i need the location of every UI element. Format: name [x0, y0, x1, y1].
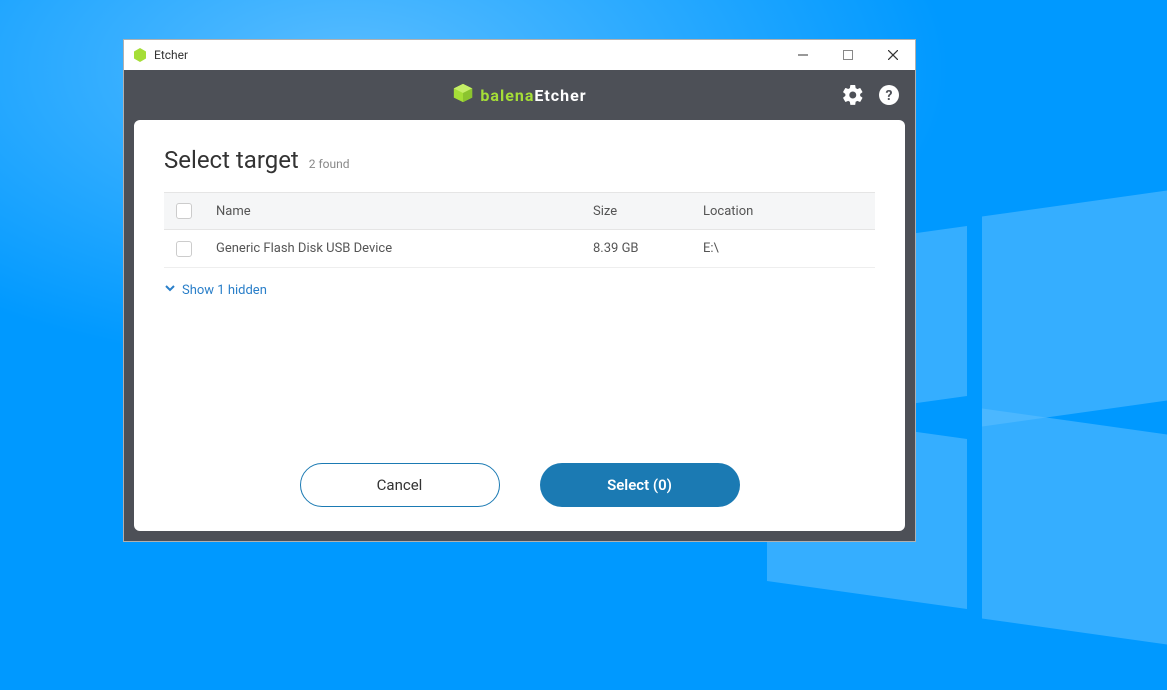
target-panel: Select target 2 found Name Size Location: [134, 120, 905, 531]
brand-name-2: Etcher: [534, 86, 586, 105]
window-controls: [780, 40, 915, 70]
svg-text:?: ?: [886, 88, 893, 104]
close-button[interactable]: [870, 40, 915, 70]
col-header-size: Size: [593, 204, 703, 219]
footer-buttons: Cancel Select (0): [164, 463, 875, 513]
app-window: Etcher balenaEtcher: [123, 39, 916, 542]
help-icon[interactable]: ?: [877, 83, 901, 107]
titlebar[interactable]: Etcher: [124, 40, 915, 70]
brand-text: balenaEtcher: [480, 86, 586, 105]
table-header: Name Size Location: [164, 192, 875, 230]
row-name: Generic Flash Disk USB Device: [216, 241, 593, 256]
app-header: balenaEtcher ?: [124, 70, 915, 120]
row-checkbox[interactable]: [176, 241, 192, 257]
show-hidden-toggle[interactable]: Show 1 hidden: [164, 282, 875, 298]
select-button[interactable]: Select (0): [540, 463, 740, 507]
minimize-button[interactable]: [780, 40, 825, 70]
cancel-label: Cancel: [377, 476, 423, 494]
panel-title: Select target: [164, 146, 299, 174]
col-header-name: Name: [216, 204, 593, 219]
maximize-button[interactable]: [825, 40, 870, 70]
window-title: Etcher: [154, 48, 780, 62]
app-body: Select target 2 found Name Size Location: [124, 120, 915, 541]
row-location: E:\: [703, 241, 863, 256]
show-hidden-label: Show 1 hidden: [182, 283, 267, 298]
brand-name-1: balena: [480, 86, 534, 105]
col-header-location: Location: [703, 204, 863, 219]
gear-icon[interactable]: [841, 83, 865, 107]
row-size: 8.39 GB: [593, 241, 703, 256]
target-table: Name Size Location Generic Flash Disk US…: [164, 192, 875, 268]
table-row[interactable]: Generic Flash Disk USB Device 8.39 GB E:…: [164, 230, 875, 268]
select-all-checkbox[interactable]: [176, 203, 192, 219]
cube-icon: [452, 82, 474, 108]
brand: balenaEtcher: [452, 82, 586, 108]
chevron-down-icon: [164, 282, 176, 298]
cancel-button[interactable]: Cancel: [300, 463, 500, 507]
select-label: Select (0): [607, 476, 672, 494]
found-count: 2 found: [309, 157, 350, 171]
app-icon: [132, 47, 148, 63]
